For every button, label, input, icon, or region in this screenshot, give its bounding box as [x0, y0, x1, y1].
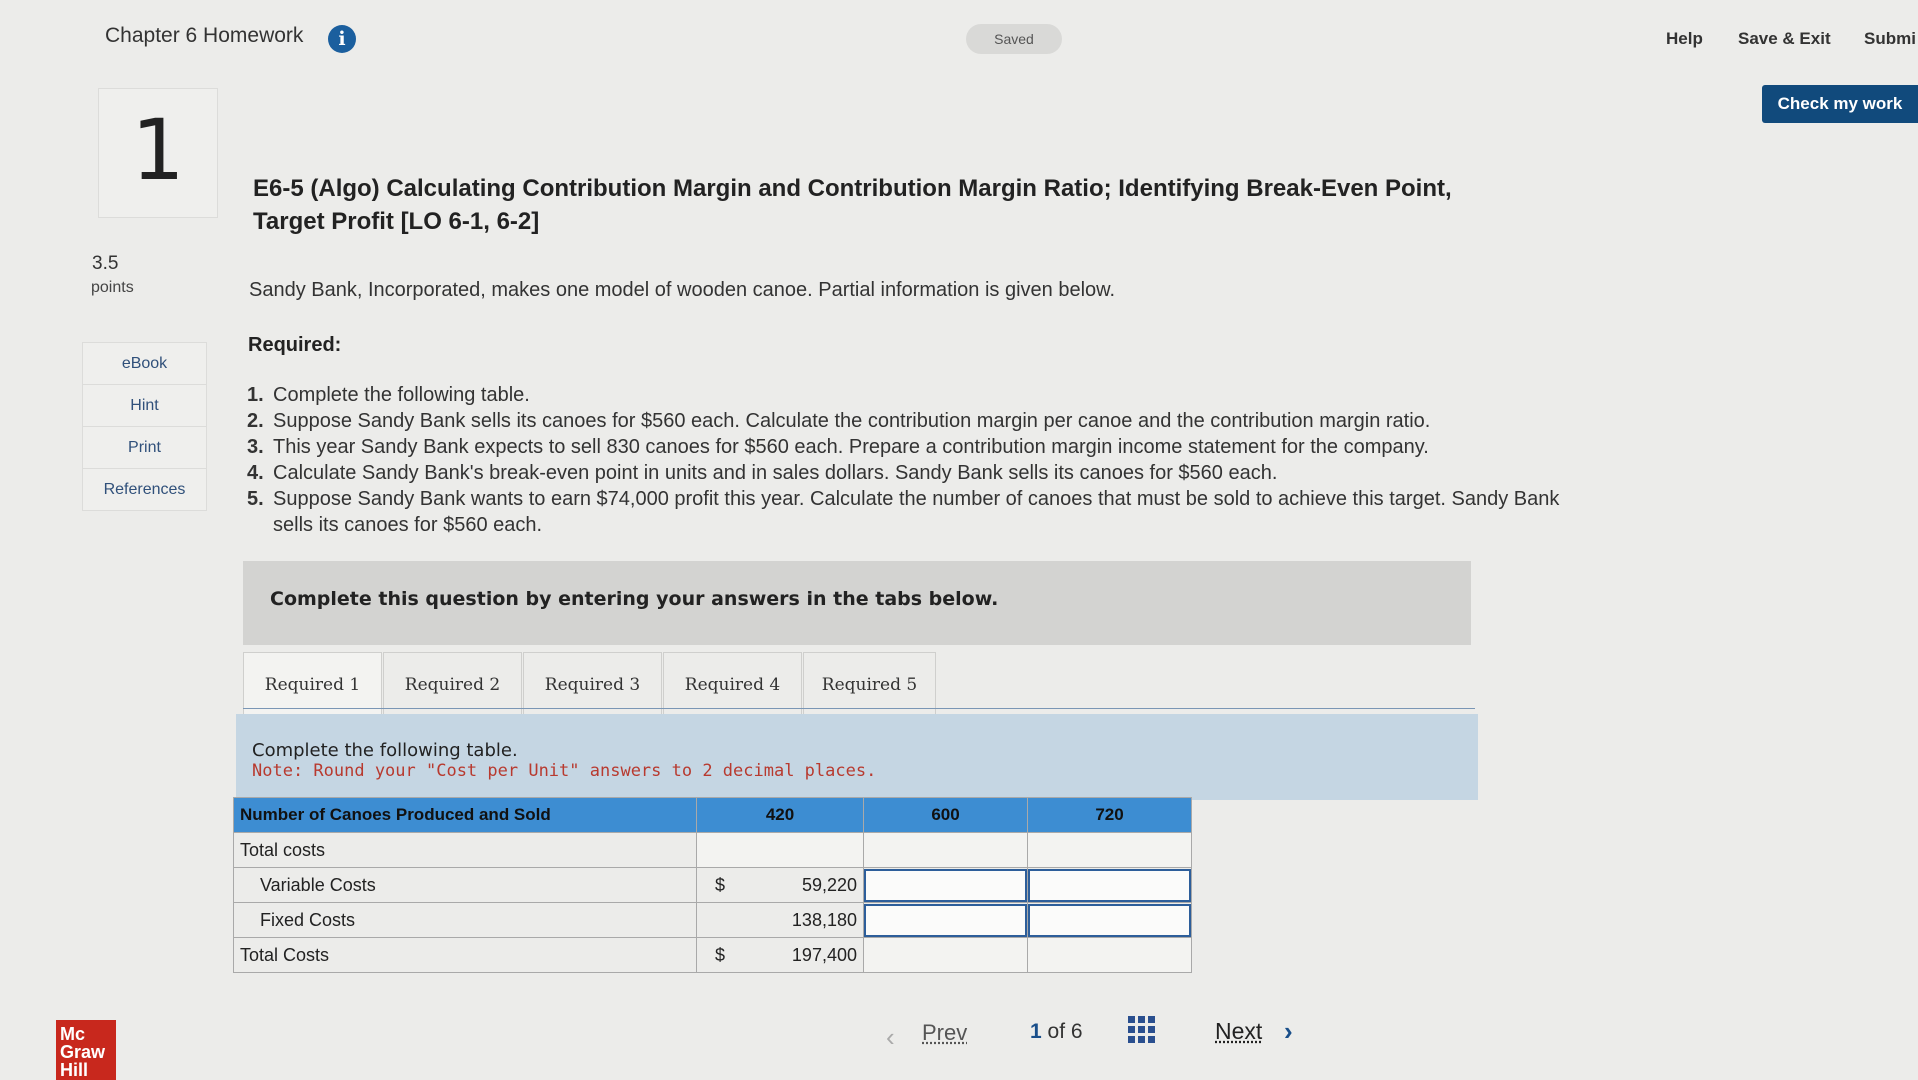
side-tools: eBook Hint Print References	[82, 342, 207, 511]
total-costs-420: $ 197,400	[696, 937, 864, 973]
row-label-fixed-costs: Fixed Costs	[233, 902, 697, 938]
saved-status-badge: Saved	[966, 24, 1062, 54]
question-intro: Sandy Bank, Incorporated, makes one mode…	[249, 279, 1116, 301]
panel-note: Note: Round your "Cost per Unit" answers…	[252, 761, 877, 781]
variable-costs-600-cell	[863, 867, 1028, 903]
table-row: Total costs	[233, 832, 1192, 868]
chevron-right-icon[interactable]: ›	[1284, 1016, 1293, 1047]
mcgraw-hill-logo: Mc Graw Hill	[56, 1020, 116, 1080]
table-row: Fixed Costs 138,180	[233, 902, 1192, 938]
required-heading: Required:	[248, 334, 342, 356]
header-canoes-label: Number of Canoes Produced and Sold	[233, 797, 697, 833]
points-label: points	[91, 279, 134, 296]
header-col-720: 720	[1027, 797, 1192, 833]
cost-table: Number of Canoes Produced and Sold 420 6…	[233, 797, 1192, 973]
next-button[interactable]: Next	[1215, 1018, 1262, 1045]
fixed-costs-720-input[interactable]	[1028, 903, 1191, 937]
fixed-costs-720-cell	[1027, 902, 1192, 938]
tab-panel-instructions: Complete the following table. Note: Roun…	[236, 714, 1478, 800]
fixed-costs-600-cell	[863, 902, 1028, 938]
requirement-item: 1. Complete the following table.	[247, 384, 530, 406]
fixed-costs-420: 138,180	[696, 902, 864, 938]
print-button[interactable]: Print	[82, 426, 207, 468]
instruction-bar: Complete this question by entering your …	[243, 561, 1471, 645]
panel-instruction: Complete the following table.	[252, 740, 518, 761]
currency-symbol: $	[715, 945, 726, 965]
variable-costs-600-input[interactable]	[864, 868, 1027, 902]
question-title: E6-5 (Algo) Calculating Contribution Mar…	[253, 175, 1452, 235]
requirements-list: 1. Complete the following table. 2. Suppos…	[247, 382, 1587, 538]
instruction-text: Complete this question by entering your …	[270, 588, 999, 610]
points-value: 3.5	[92, 253, 119, 274]
page-total: 6	[1070, 1020, 1083, 1043]
references-button[interactable]: References	[82, 468, 207, 511]
empty-cell	[696, 832, 864, 868]
question-grid-icon[interactable]	[1128, 1016, 1155, 1043]
header-col-420: 420	[696, 797, 864, 833]
empty-cell	[1027, 937, 1192, 973]
total-costs-420-value: 197,400	[791, 944, 857, 965]
variable-costs-720-input[interactable]	[1028, 868, 1191, 902]
question-number-box: 1	[98, 88, 218, 218]
question-number: 1	[131, 101, 185, 199]
header-col-600: 600	[863, 797, 1028, 833]
info-icon[interactable]: i	[328, 25, 356, 53]
requirement-item: 4. Calculate Sandy Bank's break-even poin…	[247, 462, 1278, 484]
row-label-total-costs: Total Costs	[233, 937, 697, 973]
submit-link[interactable]: Submi	[1864, 29, 1916, 49]
variable-costs-420-value: 59,220	[801, 874, 857, 895]
fixed-costs-600-input[interactable]	[864, 903, 1027, 937]
empty-cell	[863, 832, 1028, 868]
requirement-item: 2. Suppose Sandy Bank sells its canoes fo…	[247, 410, 1431, 432]
help-link[interactable]: Help	[1666, 29, 1703, 49]
page-current: 1	[1030, 1020, 1042, 1043]
check-my-work-button[interactable]: Check my work	[1762, 85, 1918, 123]
empty-cell	[863, 937, 1028, 973]
assignment-title: Chapter 6 Homework	[105, 24, 304, 47]
table-row: Total Costs $ 197,400	[233, 937, 1192, 973]
page-of: of	[1047, 1020, 1066, 1043]
requirement-item: 3. This year Sandy Bank expects to sell 8…	[247, 436, 1429, 458]
currency-symbol: $	[715, 875, 726, 895]
row-label-total-costs-section: Total costs	[233, 832, 697, 868]
variable-costs-420: $ 59,220	[696, 867, 864, 903]
row-label-variable-costs: Variable Costs	[233, 867, 697, 903]
hint-button[interactable]: Hint	[82, 384, 207, 426]
chevron-left-icon[interactable]: ‹	[886, 1022, 895, 1053]
ebook-button[interactable]: eBook	[82, 342, 207, 384]
variable-costs-720-cell	[1027, 867, 1192, 903]
prev-button[interactable]: Prev	[922, 1020, 967, 1046]
empty-cell	[1027, 832, 1192, 868]
tab-underline	[243, 708, 1475, 709]
save-exit-link[interactable]: Save & Exit	[1738, 29, 1831, 49]
page-indicator: 1 of 6	[1030, 1020, 1083, 1044]
requirement-item: 5. Suppose Sandy Bank wants to earn $74,0…	[247, 488, 1560, 536]
tab-required-1[interactable]: Required 1	[243, 652, 382, 721]
table-row: Variable Costs $ 59,220	[233, 867, 1192, 903]
